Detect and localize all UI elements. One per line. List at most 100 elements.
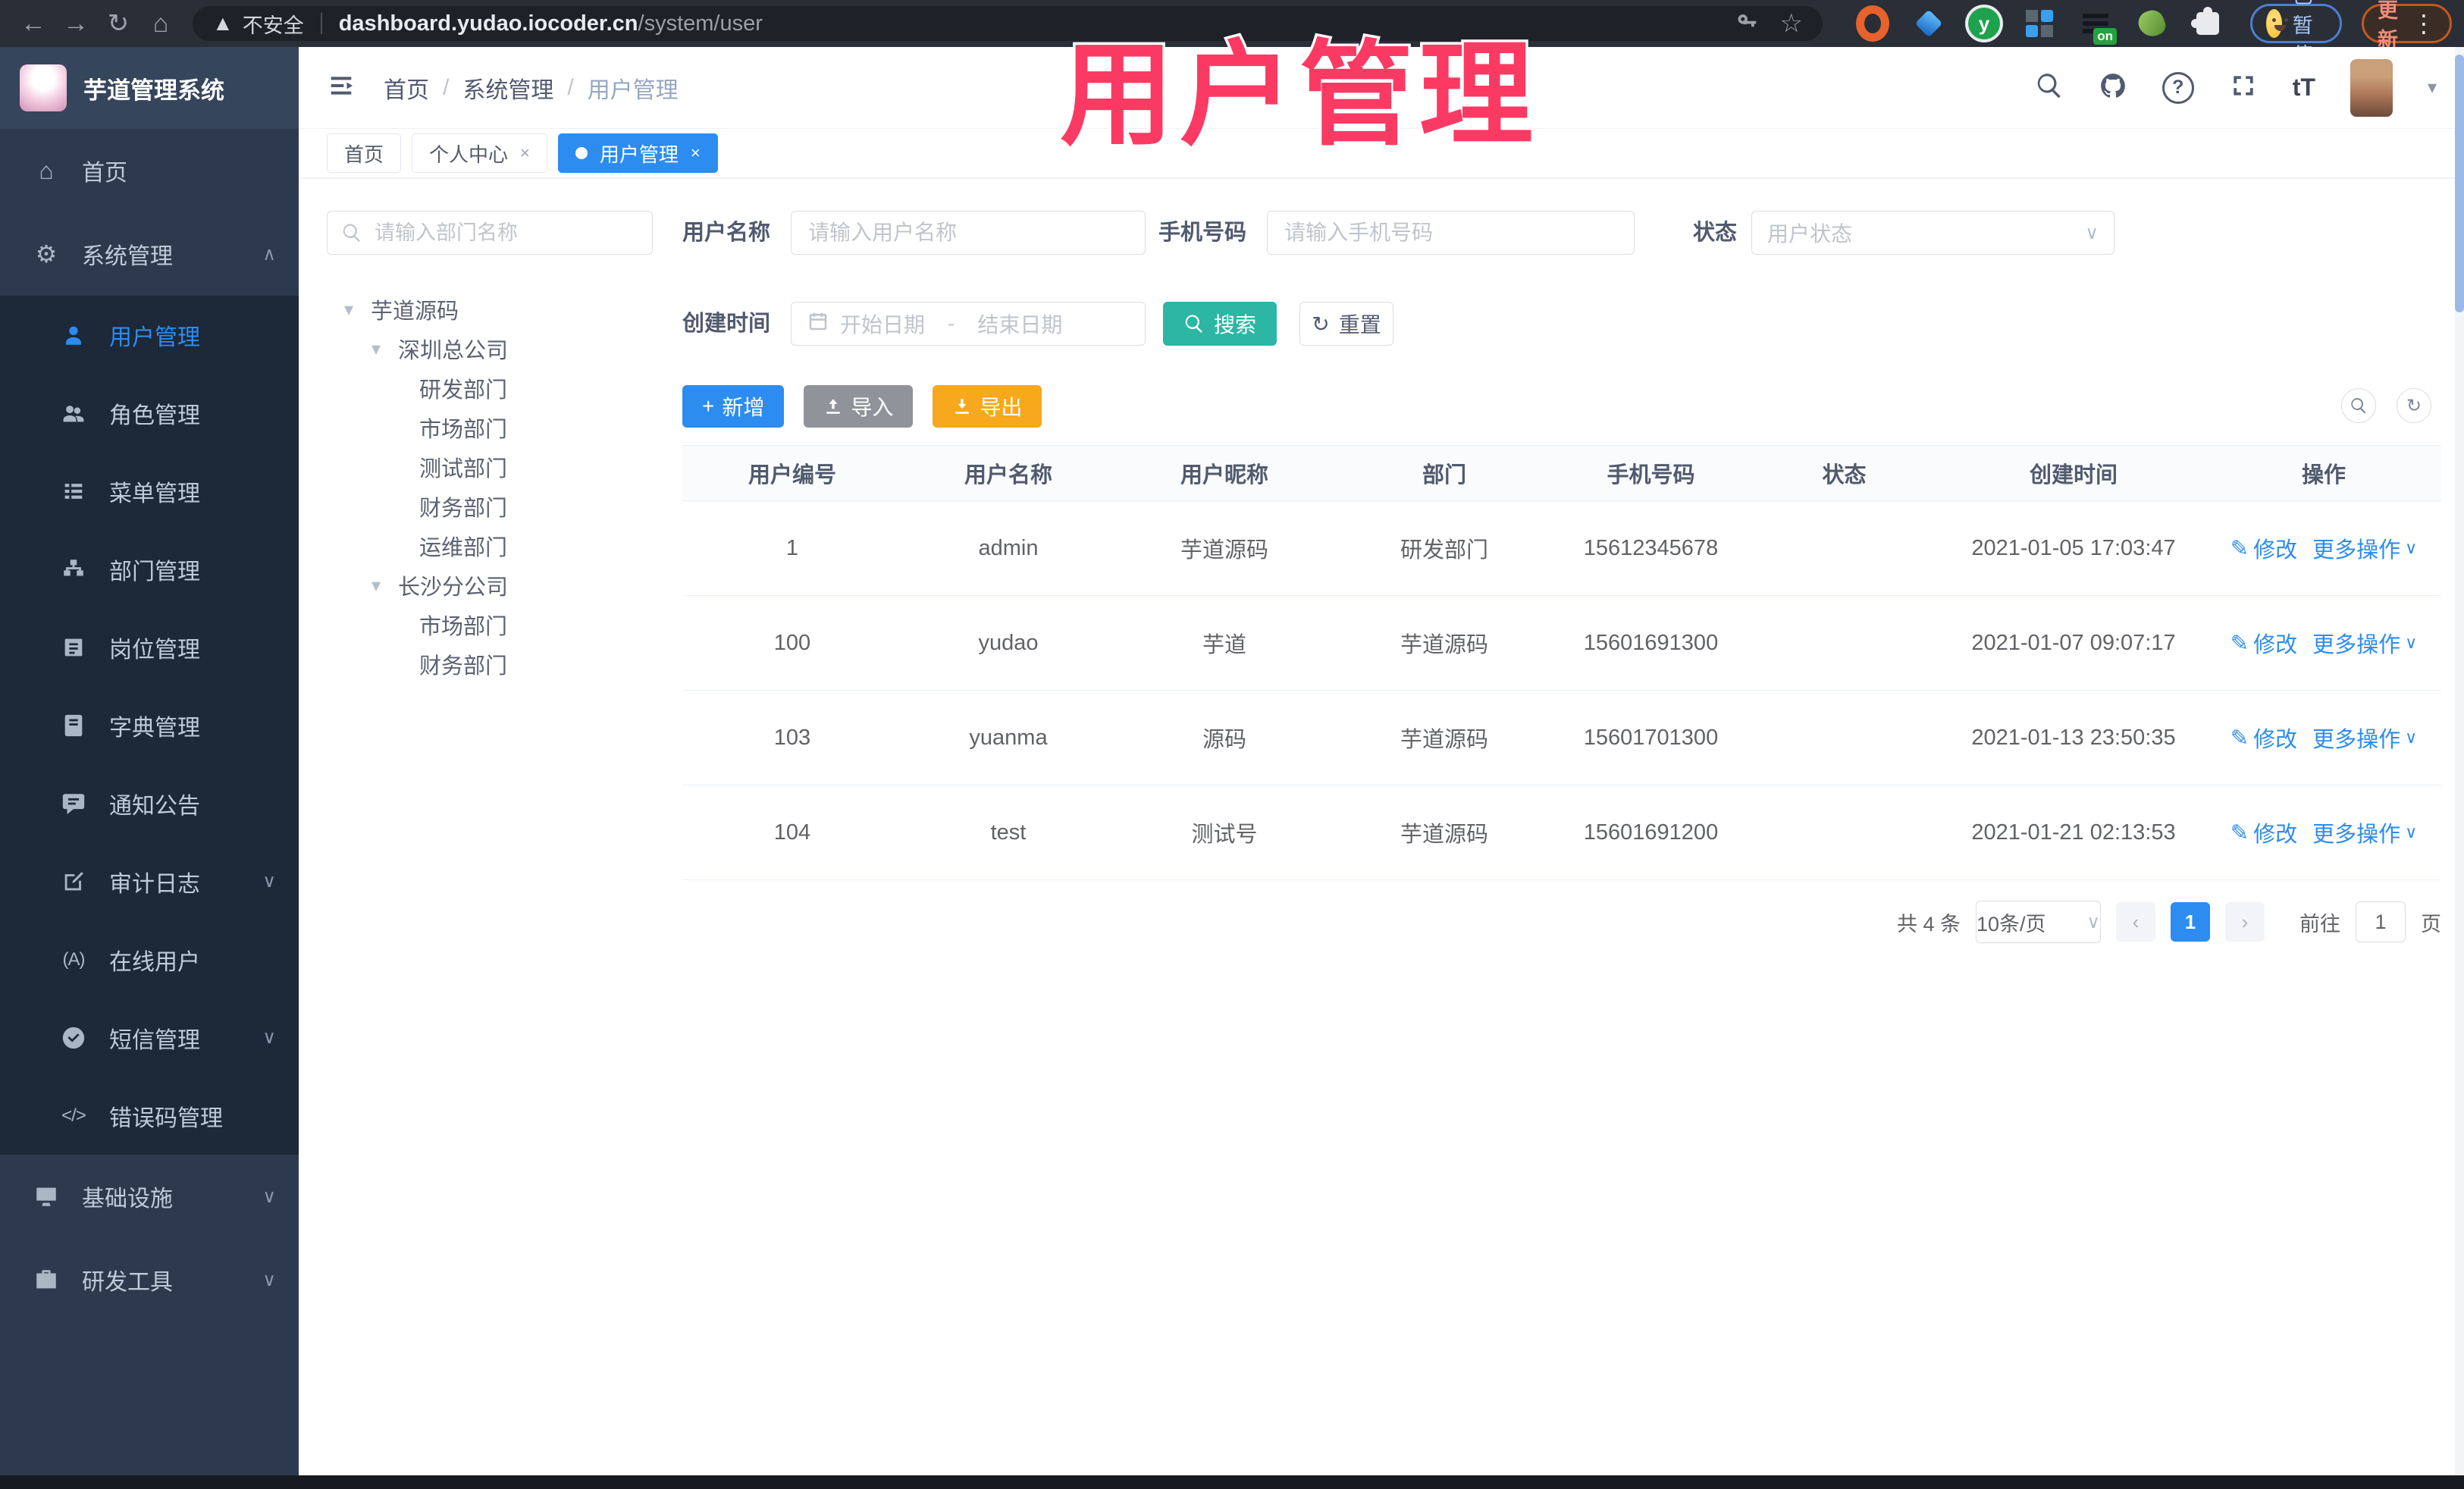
tree-node-深圳总公司[interactable]: ▾ 深圳总公司 [327, 329, 653, 368]
sidebar-item-菜单管理[interactable]: 菜单管理 [0, 452, 299, 530]
breadcrumb-item[interactable]: 用户管理 [588, 71, 679, 105]
scrollbar-track[interactable] [2455, 47, 2464, 1475]
close-icon[interactable]: × [691, 143, 701, 163]
mobile-input[interactable] [1283, 220, 1619, 246]
sidebar-item-首页[interactable]: ⌂ 首页 [0, 129, 299, 212]
logo-image [20, 64, 67, 111]
tree-expand-caret-icon[interactable]: ▾ [339, 299, 359, 321]
search-button[interactable]: 搜索 [1163, 302, 1277, 346]
refresh-button[interactable]: ↻ [2397, 388, 2431, 423]
download-icon [955, 399, 970, 414]
extension-squares-icon[interactable] [2023, 7, 2056, 40]
extensions-puzzle-icon[interactable] [2191, 7, 2224, 40]
font-size-icon[interactable]: tT [2293, 74, 2315, 102]
export-button[interactable]: 导出 [933, 385, 1042, 428]
page-size-select[interactable]: 10条/页 ∨ [1976, 901, 2101, 943]
home-icon[interactable]: ⌂ [140, 9, 182, 39]
next-page-button[interactable]: › [2225, 902, 2265, 942]
tree-node-财务部门[interactable]: 财务部门 [327, 644, 653, 684]
dept-search-input[interactable] [373, 220, 638, 246]
more-actions-link[interactable]: 更多操作 ∨ [2312, 722, 2417, 754]
address-bar[interactable]: ▲ 不安全 dashboard.yudao.iocoder.cn/system/… [193, 6, 1823, 41]
sidebar-item-在线用户[interactable]: (A) 在线用户 [0, 920, 299, 998]
more-actions-link[interactable]: 更多操作 ∨ [2312, 627, 2417, 659]
breadcrumb: 首页 / 系统管理 / 用户管理 [384, 71, 679, 105]
browser-menu-icon[interactable]: ⋮ [2412, 11, 2436, 36]
tab-用户管理[interactable]: 用户管理 × [557, 133, 718, 173]
close-icon[interactable]: × [520, 143, 530, 163]
tree-node-市场部门[interactable]: 市场部门 [327, 605, 653, 644]
sidebar-item-岗位管理[interactable]: 岗位管理 [0, 608, 299, 686]
tab-个人中心[interactable]: 个人中心 × [412, 133, 547, 173]
sidebar-item-用户管理[interactable]: 用户管理 [0, 296, 299, 374]
sidebar-item-label: 菜单管理 [109, 481, 200, 506]
date-range-field[interactable]: 开始日期 - 结束日期 [791, 302, 1146, 346]
mobile-field[interactable] [1267, 211, 1635, 255]
sidebar-item-短信管理[interactable]: 短信管理 ∨ [0, 998, 299, 1077]
sidebar-collapse-icon[interactable] [326, 71, 356, 105]
cell-username: yudao [978, 630, 1039, 655]
back-icon[interactable]: ← [12, 9, 55, 39]
breadcrumb-item[interactable]: 首页 [384, 71, 429, 105]
extension-green-y-icon[interactable]: y [1968, 8, 2000, 39]
tree-node-芋道源码[interactable]: ▾ 芋道源码 [327, 290, 653, 329]
tree-node-长沙分公司[interactable]: ▾ 长沙分公司 [327, 566, 653, 605]
sidebar-item-基础设施[interactable]: 基础设施 ∨ [0, 1155, 299, 1238]
browser-update-button[interactable]: 更新 ⋮ [2362, 0, 2452, 52]
user-avatar[interactable] [2350, 58, 2393, 117]
tree-node-研发部门[interactable]: 研发部门 [327, 368, 653, 408]
sidebar-item-错误码管理[interactable]: </> 错误码管理 [0, 1077, 299, 1155]
reload-icon[interactable]: ↻ [97, 8, 140, 39]
edit-link[interactable]: ✎ 修改 [2230, 627, 2297, 659]
sidebar-item-部门管理[interactable]: 部门管理 [0, 530, 299, 608]
sidebar-item-label: 在线用户 [109, 949, 200, 975]
search-icon[interactable] [2035, 71, 2064, 104]
more-actions-link[interactable]: 更多操作 ∨ [2312, 817, 2417, 848]
sidebar-item-审计日志[interactable]: 审计日志 ∨ [0, 842, 299, 920]
username-input[interactable] [807, 220, 1130, 246]
sidebar-item-研发工具[interactable]: 研发工具 ∨ [0, 1238, 299, 1321]
forward-icon[interactable]: → [55, 9, 97, 39]
sidebar-item-角色管理[interactable]: 角色管理 [0, 374, 299, 452]
more-actions-link[interactable]: 更多操作 ∨ [2312, 532, 2417, 564]
extension-green-key-icon[interactable] [2135, 7, 2168, 40]
cell-nickname: 芋道 [1202, 633, 1246, 657]
tree-expand-caret-icon[interactable]: ▾ [366, 338, 386, 360]
prev-page-button[interactable]: ‹ [2116, 902, 2155, 942]
help-icon[interactable]: ? [2161, 71, 2194, 104]
sidebar-item-通知公告[interactable]: 通知公告 [0, 764, 299, 842]
add-button[interactable]: + 新增 [682, 385, 785, 428]
extension-orange-icon[interactable] [1856, 5, 1889, 42]
scrollbar-thumb[interactable] [2455, 55, 2464, 312]
extension-switcher-icon[interactable]: on [2079, 7, 2117, 45]
tree-node-运维部门[interactable]: 运维部门 [327, 526, 653, 566]
tab-首页[interactable]: 首页 [327, 133, 402, 173]
fullscreen-icon[interactable] [2229, 71, 2258, 104]
sidebar-item-系统管理[interactable]: ⚙ 系统管理 ∧ [0, 212, 299, 296]
date-separator: - [948, 312, 955, 335]
dept-search-box[interactable] [327, 211, 653, 255]
edit-link[interactable]: ✎ 修改 [2230, 817, 2297, 848]
username-field[interactable] [791, 211, 1146, 255]
reset-button[interactable]: ↻ 重置 [1299, 302, 1393, 346]
edit-link[interactable]: ✎ 修改 [2230, 722, 2297, 754]
sidebar-item-字典管理[interactable]: 字典管理 [0, 686, 299, 764]
avatar-caret-icon[interactable]: ▾ [2428, 77, 2437, 99]
page-1-button[interactable]: 1 [2171, 902, 2210, 942]
password-key-icon[interactable] [1736, 11, 1759, 37]
goto-page-input[interactable] [2356, 901, 2406, 942]
tree-node-财务部门[interactable]: 财务部门 [327, 487, 653, 526]
tree-node-市场部门[interactable]: 市场部门 [327, 408, 653, 447]
github-icon[interactable] [2099, 71, 2127, 104]
bookmark-star-icon[interactable]: ☆ [1780, 8, 1803, 39]
edit-link[interactable]: ✎ 修改 [2230, 532, 2297, 564]
status-select[interactable]: 用户状态 ∨ [1751, 211, 2114, 255]
extension-gem-icon[interactable] [1912, 7, 1945, 40]
breadcrumb-item[interactable]: 系统管理 [462, 71, 553, 105]
app-logo[interactable]: 芋道管理系统 [0, 47, 299, 129]
tree-expand-caret-icon[interactable]: ▾ [366, 575, 386, 597]
import-button[interactable]: 导入 [804, 385, 914, 428]
browser-profile-button[interactable]: 已暂停 [2250, 0, 2342, 67]
tree-node-测试部门[interactable]: 测试部门 [327, 447, 653, 487]
toggle-search-button[interactable] [2341, 388, 2376, 423]
